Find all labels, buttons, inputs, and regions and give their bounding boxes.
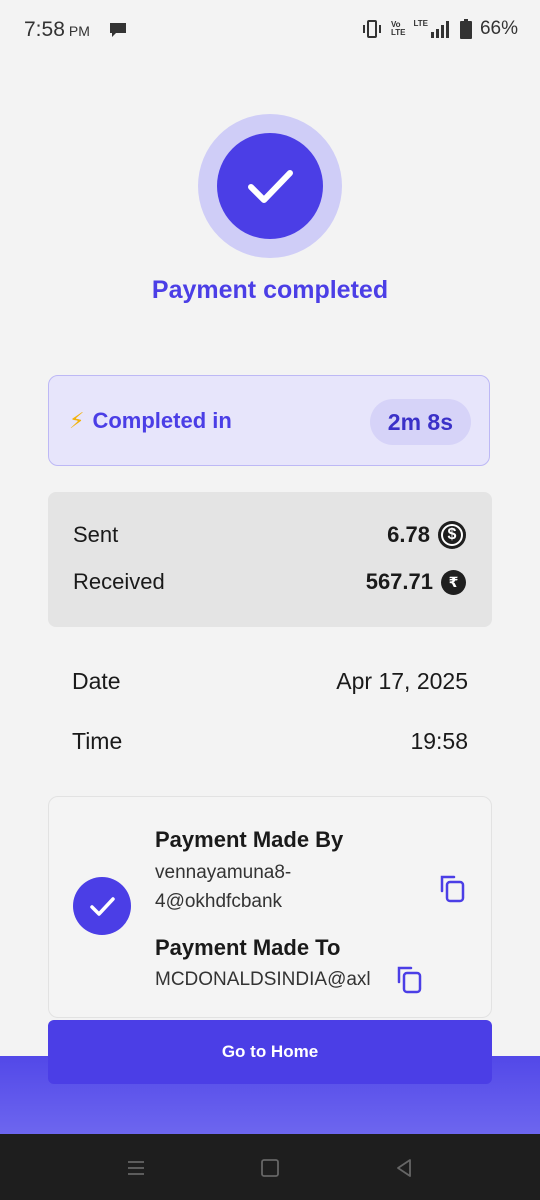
signal-icon bbox=[430, 21, 449, 38]
status-ampm: PM bbox=[68, 23, 90, 39]
vibrate-icon bbox=[362, 20, 381, 38]
received-value: 567.71 bbox=[365, 569, 433, 594]
received-label: Received bbox=[73, 569, 165, 594]
payment-made-by-id-line1: vennayamuna8- bbox=[155, 862, 292, 883]
system-nav-bar bbox=[0, 1134, 540, 1200]
home-nav-icon[interactable] bbox=[258, 1156, 282, 1180]
time-label: Time bbox=[72, 728, 123, 754]
message-icon bbox=[110, 23, 126, 37]
time-value: 19:58 bbox=[410, 728, 468, 754]
sent-label: Sent bbox=[73, 522, 119, 547]
lightning-icon: ⚡ bbox=[69, 408, 85, 433]
success-circle bbox=[217, 133, 323, 239]
copy-made-to-button[interactable] bbox=[395, 964, 425, 996]
payment-made-by-id-line2: 4@okhdfcbank bbox=[155, 891, 283, 912]
duration-pill: 2m 8s bbox=[369, 399, 471, 445]
status-time: 7:58 PM bbox=[24, 18, 90, 42]
payment-parties-card: Payment Made By vennayamuna8- 4@okhdfcba… bbox=[48, 796, 492, 1018]
sent-value: 6.78 bbox=[387, 522, 430, 547]
received-amount: 567.71 ₹ bbox=[366, 569, 466, 595]
volte-label: Vo LTE bbox=[391, 21, 406, 37]
payment-made-to-heading: Payment Made To bbox=[155, 935, 341, 960]
page-title: Payment completed bbox=[151, 276, 389, 304]
lte-label: LTE bbox=[413, 19, 428, 28]
sent-row: Sent 6.78 $ bbox=[73, 521, 466, 549]
payment-made-by-heading: Payment Made By bbox=[155, 827, 344, 852]
status-time-value: 7:58 bbox=[24, 18, 65, 41]
checkmark-icon bbox=[248, 170, 293, 203]
completed-in-label: Completed in bbox=[92, 408, 232, 433]
go-to-home-button[interactable]: Go to Home bbox=[48, 1020, 492, 1084]
completed-in-card: ⚡ Completed in 2m 8s bbox=[48, 375, 490, 466]
status-icons: Vo LTE LTE 66% bbox=[361, 18, 518, 40]
sent-amount: 6.78 $ bbox=[387, 521, 466, 549]
volte-bottom: LTE bbox=[390, 28, 406, 37]
menu-nav-icon[interactable] bbox=[124, 1156, 148, 1180]
battery-percent: 66% bbox=[479, 18, 518, 39]
time-row: Time 19:58 bbox=[72, 728, 468, 755]
payment-made-to-id: MCDONALDSINDIA@axl bbox=[155, 969, 371, 990]
completed-in-row: ⚡ Completed in bbox=[69, 408, 232, 434]
amount-summary: Sent 6.78 $ Received 567.71 ₹ bbox=[48, 492, 492, 627]
usd-coin-icon: $ bbox=[438, 521, 466, 549]
success-badge bbox=[198, 114, 342, 258]
back-nav-icon[interactable] bbox=[392, 1156, 416, 1180]
lte-signal: LTE bbox=[413, 20, 452, 38]
battery-icon bbox=[459, 19, 472, 39]
copy-made-by-button[interactable] bbox=[438, 873, 468, 905]
status-bar: 7:58 PM Vo LTE LTE 66% bbox=[0, 0, 540, 62]
date-row: Date Apr 17, 2025 bbox=[72, 668, 468, 695]
rupee-coin-icon: ₹ bbox=[441, 569, 466, 595]
verified-check-icon bbox=[73, 877, 131, 935]
received-row: Received 567.71 ₹ bbox=[73, 569, 466, 595]
date-label: Date bbox=[72, 668, 121, 694]
date-value: Apr 17, 2025 bbox=[336, 668, 468, 694]
